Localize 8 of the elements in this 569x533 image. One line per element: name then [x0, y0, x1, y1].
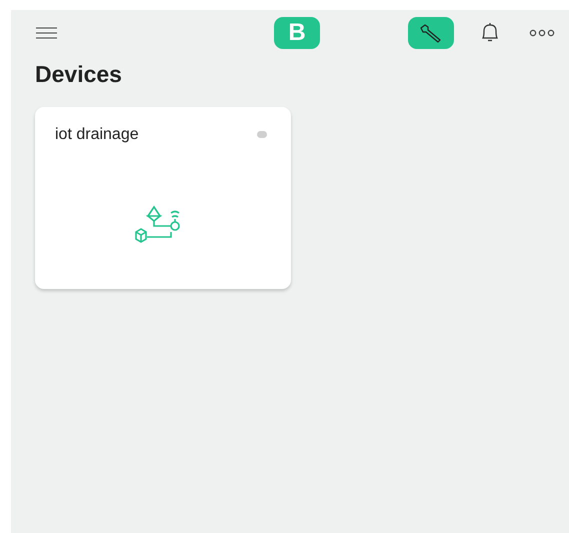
device-name: iot drainage: [55, 124, 139, 145]
device-card[interactable]: iot drainage: [35, 106, 291, 289]
more-icon[interactable]: [529, 29, 555, 37]
settings-button[interactable]: [408, 17, 454, 49]
wrench-icon: [419, 23, 443, 43]
page-title: Devices: [35, 61, 123, 89]
menu-icon[interactable]: [36, 27, 57, 39]
bell-icon[interactable]: [480, 22, 500, 44]
